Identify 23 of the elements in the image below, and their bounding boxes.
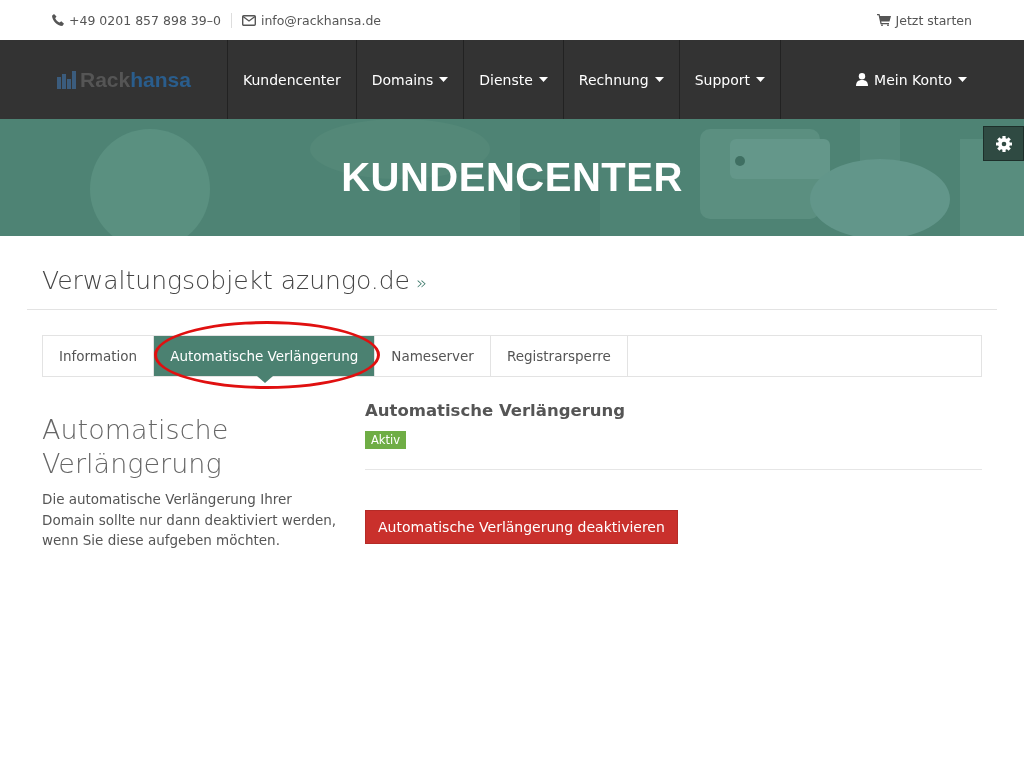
status-label: Aktiv	[365, 431, 407, 449]
section-title: Automatische Verlängerung	[42, 413, 230, 481]
logo-bars-icon	[57, 70, 77, 89]
settings-icon	[994, 134, 1013, 153]
phone-icon	[52, 14, 64, 26]
tab-pointer	[256, 376, 273, 383]
panel-title: Automatische Verlängerung	[365, 401, 627, 420]
email-link[interactable]: info@rackhansa.de	[260, 12, 382, 28]
page-heading: Verwaltungsobjekt azungo.de	[42, 266, 410, 295]
page-banner-title: KUNDENCENTER	[341, 155, 683, 200]
tab[interactable]: Automatische Verlängerung	[154, 336, 376, 376]
cart-icon	[876, 14, 891, 26]
envelope-icon	[241, 14, 256, 26]
tab[interactable]: Nameserver	[375, 336, 491, 376]
breadcrumb-mark: »	[415, 272, 427, 293]
phone-number: +49 0201 857 898 39–0	[69, 12, 221, 28]
settings-button[interactable]	[983, 126, 1024, 161]
start-link[interactable]: Jetzt starten	[895, 12, 972, 28]
account-menu[interactable]: Mein Konto	[841, 40, 982, 119]
description-text: Die automatische Verlängerung Ihrer Domain sollte nur dann deaktiviert werden, wenn Sie diese aufgeben möchten.	[42, 490, 338, 550]
deactivate-button[interactable]: Automatische Verlängerung deaktivieren	[365, 510, 678, 544]
user-icon	[856, 73, 869, 86]
tab[interactable]: Registrarsperre	[490, 336, 628, 376]
